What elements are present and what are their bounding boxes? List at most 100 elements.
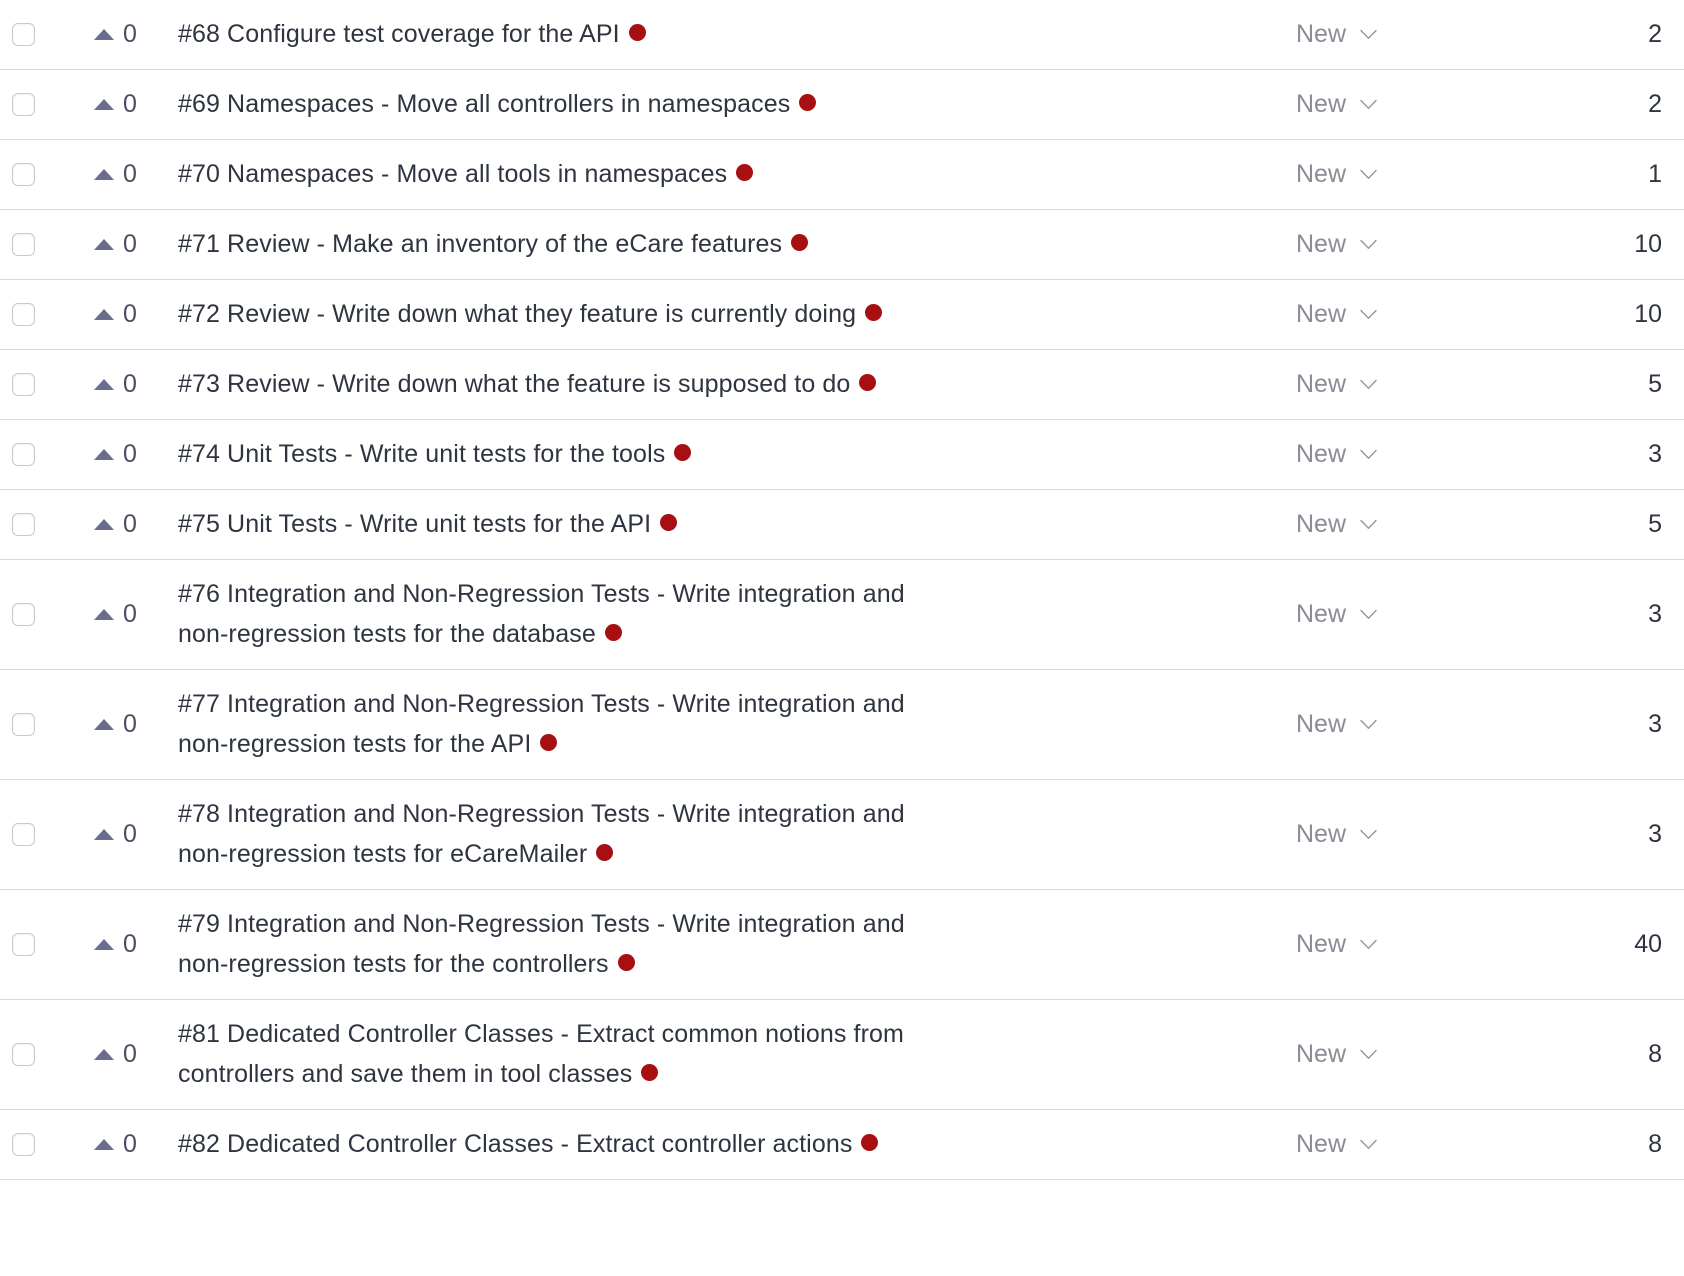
chevron-down-icon[interactable] — [1360, 829, 1377, 840]
status-dropdown[interactable]: New — [1254, 350, 1504, 419]
issue-count-value: 8 — [1648, 1130, 1662, 1158]
issue-title-link[interactable]: #68 Configure test coverage for the API — [178, 20, 620, 48]
table-row[interactable]: 0 #73 Review - Write down what the featur… — [0, 350, 1684, 420]
chevron-down-icon[interactable] — [1360, 719, 1377, 730]
vote-up-triangle-icon[interactable] — [94, 29, 114, 40]
vote-up-triangle-icon[interactable] — [94, 309, 114, 320]
chevron-down-icon[interactable] — [1360, 29, 1377, 40]
chevron-down-icon[interactable] — [1360, 1139, 1377, 1150]
chevron-down-icon[interactable] — [1360, 1049, 1377, 1060]
issue-title-link[interactable]: #70 Namespaces - Move all tools in names… — [178, 160, 727, 188]
status-dropdown[interactable]: New — [1254, 140, 1504, 209]
issue-count-cell: 8 — [1504, 1110, 1684, 1179]
row-select-cell — [0, 1110, 52, 1179]
issue-title-link[interactable]: #78 Integration and Non-Regression Tests… — [178, 800, 905, 868]
chevron-down-icon[interactable] — [1360, 519, 1377, 530]
issue-title-link[interactable]: #71 Review - Make an inventory of the eC… — [178, 230, 782, 258]
row-select-checkbox[interactable] — [12, 163, 35, 186]
row-select-checkbox[interactable] — [12, 603, 35, 626]
vote-up-triangle-icon[interactable] — [94, 449, 114, 460]
vote-up-triangle-icon[interactable] — [94, 99, 114, 110]
vote-up-triangle-icon[interactable] — [94, 169, 114, 180]
issue-title-link[interactable]: #81 Dedicated Controller Classes - Extra… — [178, 1020, 904, 1088]
table-row[interactable]: 0 #68 Configure test coverage for the API… — [0, 0, 1684, 70]
issue-title: #81 Dedicated Controller Classes - Extra… — [178, 1015, 938, 1094]
issue-title-link[interactable]: #76 Integration and Non-Regression Tests… — [178, 580, 905, 648]
row-select-cell — [0, 420, 52, 489]
vote-up-triangle-icon[interactable] — [94, 829, 114, 840]
status-dropdown[interactable]: New — [1254, 280, 1504, 349]
chevron-down-icon[interactable] — [1360, 99, 1377, 110]
status-dropdown[interactable]: New — [1254, 0, 1504, 69]
issue-title-link[interactable]: #73 Review - Write down what the feature… — [178, 370, 850, 398]
issue-title-link[interactable]: #82 Dedicated Controller Classes - Extra… — [178, 1130, 852, 1158]
chevron-down-icon[interactable] — [1360, 379, 1377, 390]
table-row[interactable]: 0 #77 Integration and Non-Regression Test… — [0, 670, 1684, 780]
row-select-checkbox[interactable] — [12, 23, 35, 46]
status-dropdown[interactable]: New — [1254, 1000, 1504, 1109]
row-select-checkbox[interactable] — [12, 823, 35, 846]
issue-title: #71 Review - Make an inventory of the eC… — [178, 225, 809, 265]
chevron-down-icon[interactable] — [1360, 609, 1377, 620]
issue-title-link[interactable]: #75 Unit Tests - Write unit tests for th… — [178, 510, 651, 538]
vote-up-triangle-icon[interactable] — [94, 519, 114, 530]
row-select-checkbox[interactable] — [12, 933, 35, 956]
row-select-checkbox[interactable] — [12, 233, 35, 256]
table-row[interactable]: 0 #71 Review - Make an inventory of the e… — [0, 210, 1684, 280]
table-row[interactable]: 0 #74 Unit Tests - Write unit tests for t… — [0, 420, 1684, 490]
chevron-down-icon[interactable] — [1360, 309, 1377, 320]
priority-dot-icon — [736, 163, 754, 181]
status-dropdown[interactable]: New — [1254, 670, 1504, 779]
issue-title: #69 Namespaces - Move all controllers in… — [178, 85, 817, 125]
row-select-cell — [0, 890, 52, 999]
vote-count: 0 — [123, 510, 137, 538]
priority-dot-icon — [865, 303, 883, 321]
vote-up-triangle-icon[interactable] — [94, 939, 114, 950]
vote-up-triangle-icon[interactable] — [94, 1139, 114, 1150]
issue-title-link[interactable]: #74 Unit Tests - Write unit tests for th… — [178, 440, 665, 468]
vote-up-triangle-icon[interactable] — [94, 379, 114, 390]
issue-title-link[interactable]: #72 Review - Write down what they featur… — [178, 300, 856, 328]
chevron-down-icon[interactable] — [1360, 449, 1377, 460]
vote-cell: 0 — [52, 280, 178, 349]
status-dropdown[interactable]: New — [1254, 70, 1504, 139]
status-dropdown[interactable]: New — [1254, 1110, 1504, 1179]
vote-up-triangle-icon[interactable] — [94, 719, 114, 730]
table-row[interactable]: 0 #75 Unit Tests - Write unit tests for t… — [0, 490, 1684, 560]
row-select-checkbox[interactable] — [12, 93, 35, 116]
row-select-checkbox[interactable] — [12, 713, 35, 736]
table-row[interactable]: 0 #82 Dedicated Controller Classes - Extr… — [0, 1110, 1684, 1180]
status-label: New — [1296, 300, 1347, 328]
table-row[interactable]: 0 #78 Integration and Non-Regression Test… — [0, 780, 1684, 890]
row-select-checkbox[interactable] — [12, 443, 35, 466]
status-dropdown[interactable]: New — [1254, 890, 1504, 999]
status-label: New — [1296, 930, 1347, 958]
status-dropdown[interactable]: New — [1254, 780, 1504, 889]
row-select-checkbox[interactable] — [12, 513, 35, 536]
row-select-checkbox[interactable] — [12, 1133, 35, 1156]
row-select-checkbox[interactable] — [12, 303, 35, 326]
status-dropdown[interactable]: New — [1254, 210, 1504, 279]
table-row[interactable]: 0 #81 Dedicated Controller Classes - Extr… — [0, 1000, 1684, 1110]
vote-up-triangle-icon[interactable] — [94, 1049, 114, 1060]
status-dropdown[interactable]: New — [1254, 420, 1504, 489]
status-dropdown[interactable]: New — [1254, 560, 1504, 669]
chevron-down-icon[interactable] — [1360, 939, 1377, 950]
vote-cell: 0 — [52, 210, 178, 279]
vote-up-triangle-icon[interactable] — [94, 239, 114, 250]
chevron-down-icon[interactable] — [1360, 169, 1377, 180]
table-row[interactable]: 0 #76 Integration and Non-Regression Test… — [0, 560, 1684, 670]
status-label: New — [1296, 440, 1347, 468]
table-row[interactable]: 0 #72 Review - Write down what they featu… — [0, 280, 1684, 350]
chevron-down-icon[interactable] — [1360, 239, 1377, 250]
issue-title-link[interactable]: #69 Namespaces - Move all controllers in… — [178, 90, 790, 118]
table-row[interactable]: 0 #70 Namespaces - Move all tools in name… — [0, 140, 1684, 210]
status-dropdown[interactable]: New — [1254, 490, 1504, 559]
row-select-checkbox[interactable] — [12, 373, 35, 396]
issue-title-link[interactable]: #79 Integration and Non-Regression Tests… — [178, 910, 905, 978]
row-select-checkbox[interactable] — [12, 1043, 35, 1066]
table-row[interactable]: 0 #69 Namespaces - Move all controllers i… — [0, 70, 1684, 140]
vote-up-triangle-icon[interactable] — [94, 609, 114, 620]
table-row[interactable]: 0 #79 Integration and Non-Regression Test… — [0, 890, 1684, 1000]
issue-title: #82 Dedicated Controller Classes - Extra… — [178, 1125, 879, 1165]
